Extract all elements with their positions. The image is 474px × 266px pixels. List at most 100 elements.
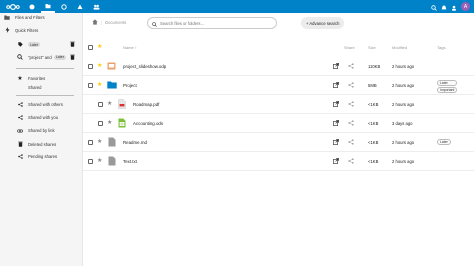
home-icon[interactable] [92,19,98,26]
share-icon[interactable] [348,158,354,165]
star-icon[interactable]: ★ [97,82,102,88]
select-all-checkbox[interactable] [88,45,93,50]
file-modified: 2 hours ago [392,102,415,107]
share-icon [16,102,24,107]
divider [16,95,74,96]
star-icon: ★ [17,76,23,82]
file-name[interactable]: Accounting.ods [133,121,163,126]
nextcloud-logo[interactable] [3,0,23,13]
column-size[interactable]: Size [368,45,376,50]
trash-icon [16,141,24,147]
star-icon[interactable]: ★ [97,63,102,69]
tag-badge[interactable]: Later [437,139,451,145]
file-modified: 2 hours ago [392,159,415,164]
row-checkbox[interactable] [98,121,103,126]
star-icon[interactable]: ★ [97,139,102,145]
column-tags[interactable]: Tags [437,45,445,50]
column-name[interactable]: Name ↑ [123,45,137,50]
star-icon[interactable]: ★ [97,158,102,164]
filter-later[interactable]: Later [0,41,83,48]
activity-icon[interactable] [73,0,87,13]
table-row[interactable]: ★ Project 5MB 2 hours ago Later Importan… [83,77,474,95]
share-icon[interactable] [348,139,354,146]
star-icon[interactable]: ★ [107,101,112,107]
sidebar-item-shared-with-others[interactable]: Shared with others [0,102,83,107]
sidebar-item-label: Pending shares [28,154,58,159]
share-icon[interactable] [348,63,354,70]
breadcrumb-documents[interactable]: Documents [105,20,126,25]
avatar[interactable]: A [461,2,470,11]
lightning-icon [3,27,11,33]
file-name[interactable]: Roadmap.pdf [133,102,159,107]
share-icon[interactable] [348,120,354,127]
column-modified[interactable]: Modified [392,45,407,50]
row-checkbox[interactable] [88,140,93,145]
sidebar-item-shared[interactable]: Shared [0,85,83,90]
table-row[interactable]: ★ project_slideshow.odp 110KB 2 hours ag… [83,58,474,76]
tag-badge[interactable]: Later [437,80,458,86]
share-icon[interactable] [348,82,354,89]
spreadsheet-icon [118,118,126,129]
sidebar-item-favorites[interactable]: ★ Favorites [0,75,83,82]
sidebar-item-label: Shared [28,85,42,90]
table-row[interactable]: ★ Text.txt <1KB 2 hours ago [83,153,474,171]
file-name[interactable]: Project [123,83,137,88]
quick-filters-heading[interactable]: Quick Filters [0,27,83,33]
text-file-icon [108,156,116,167]
share-action-icon[interactable] [333,63,339,70]
sidebar-item-label: Shared with you [28,115,59,120]
table-row[interactable]: ★ Readme.md <1KB 2 hours ago Later [83,134,474,152]
column-share[interactable]: Share [344,45,355,50]
tag-badge[interactable]: Important [437,87,458,93]
file-size: <1KB [368,121,379,126]
trash-icon[interactable] [70,41,75,48]
advanced-search-button[interactable]: + Advance search [301,17,345,29]
link-icon [16,129,24,133]
row-checkbox[interactable] [88,64,93,69]
row-checkbox[interactable] [88,159,93,164]
filter-query-label: "project" and [28,54,52,60]
filter-pill: Later [53,54,66,60]
filter-project-later[interactable]: "project" and Later [0,54,83,60]
sidebar-item-pending-shares[interactable]: Pending shares [0,154,83,159]
file-name[interactable]: Text.txt [123,159,137,164]
file-name[interactable]: Readme.md [123,140,147,145]
sidebar: Files and Filters Quick Filters Later "p… [0,13,83,266]
pdf-icon [118,99,126,110]
contacts-icon[interactable] [89,0,103,13]
table-row[interactable]: ★ Accounting.ods <1KB 3 days ago [83,115,474,133]
share-action-icon[interactable] [333,120,339,127]
search-input[interactable] [160,20,270,26]
star-icon[interactable]: ★ [107,120,112,126]
file-name[interactable]: project_slideshow.odp [123,64,166,69]
share-action-icon[interactable] [333,158,339,165]
table-row[interactable]: ★ Roadmap.pdf <1KB 2 hours ago [83,96,474,114]
top-bar: A [0,0,474,13]
share-action-icon[interactable] [333,139,339,146]
search-icon [16,54,24,60]
sidebar-item-label: Favorites [28,76,46,81]
share-action-icon[interactable] [333,82,339,89]
tag-icon [16,42,24,47]
share-icon[interactable] [348,101,354,108]
file-size: <1KB [368,159,379,164]
tag-list: Later [437,139,451,145]
trash-icon[interactable] [70,54,75,61]
files-and-filters-label: Files and Filters [15,15,45,20]
row-checkbox[interactable] [88,83,93,88]
dashboard-icon[interactable] [25,0,39,13]
search-box[interactable] [147,17,277,29]
sidebar-item-shared-with-you[interactable]: Shared with you [0,115,83,120]
file-modified: 2 hours ago [392,64,415,69]
sidebar-item-deleted-shares[interactable]: Deleted shares [0,141,83,147]
files-icon[interactable] [41,0,55,13]
share-action-icon[interactable] [333,101,339,108]
photos-icon[interactable] [57,0,71,13]
row-checkbox[interactable] [98,102,103,107]
tag-list: Later Important [437,80,458,93]
search-icon [152,14,157,32]
quick-filters-label: Quick Filters [15,27,39,33]
files-and-filters-heading[interactable]: Files and Filters [0,15,83,20]
presentation-icon [107,62,116,71]
sidebar-item-shared-by-link[interactable]: Shared by link [0,128,83,133]
